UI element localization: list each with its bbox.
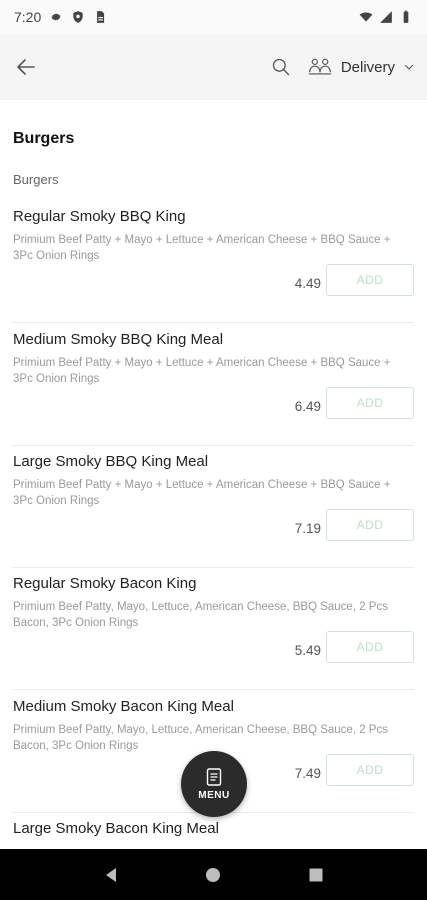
wifi-icon [359,12,373,22]
item-name: Medium Smoky Bacon King Meal [13,698,234,715]
item-name: Large Smoky BBQ King Meal [13,453,209,470]
system-nav-bar [0,849,427,900]
divider [13,322,414,323]
add-button[interactable]: ADD [326,264,414,296]
home-circle-icon [206,867,221,882]
status-time: 7:20 [14,9,42,25]
delivery-riders-icon [308,58,332,75]
delivery-label: Delivery [340,58,395,76]
menu-item: Large Smoky Bacon King Meal [0,820,427,849]
menu-fab-button[interactable]: MENU [181,751,247,817]
add-button[interactable]: ADD [326,387,414,419]
recents-square-icon [309,868,323,881]
add-button[interactable]: ADD [326,509,414,541]
back-button[interactable] [12,53,40,81]
item-description: Primium Beef Patty + Mayo + Lettuce + Am… [13,357,391,385]
add-button[interactable]: ADD [326,631,414,663]
item-price: 7.49 [294,766,321,781]
delivery-selector[interactable]: Delivery [307,57,415,77]
item-description: Primium Beef Patty + Mayo + Lettuce + Am… [13,479,391,507]
back-triangle-icon [106,867,117,882]
add-button[interactable]: ADD [326,754,414,786]
chevron-down-icon [405,65,413,70]
nav-recents-button[interactable] [301,860,331,890]
search-button[interactable] [269,55,293,79]
divider [13,567,414,568]
item-name: Large Smoky Bacon King Meal [13,820,219,837]
menu-item: Large Smoky BBQ King Meal Primium Beef P… [0,453,427,575]
item-description: Primium Beef Patty + Mayo + Lettuce + Am… [13,234,391,262]
section-title: Burgers [13,130,75,147]
item-name: Regular Smoky BBQ King [13,208,186,225]
search-icon [272,58,289,76]
battery-icon [403,10,409,23]
status-bar: 7:20 [0,0,427,34]
nav-back-button[interactable] [96,860,126,890]
arrow-left-icon [17,59,35,75]
nav-home-button[interactable] [198,860,228,890]
menu-book-icon [206,767,222,786]
item-price: 6.49 [294,399,321,414]
item-price: 7.19 [294,521,321,536]
menu-item: Regular Smoky BBQ King Primium Beef Patt… [0,208,427,330]
subcategory-label: Burgers [13,172,59,187]
divider [13,445,414,446]
menu-item: Regular Smoky Bacon King Primium Beef Pa… [0,575,427,697]
signal-icon [380,11,392,23]
app-bar: Delivery [0,34,427,100]
item-description: Primium Beef Patty, Mayo, Lettuce, Ameri… [13,601,388,629]
item-name: Medium Smoky BBQ King Meal [13,331,224,348]
menu-fab-label: MENU [198,789,230,801]
menu-item: Medium Smoky BBQ King Meal Primium Beef … [0,331,427,453]
menu-list[interactable]: Burgers Burgers Regular Smoky BBQ King P… [0,100,427,849]
shield-icon [73,11,83,23]
item-description: Primium Beef Patty, Mayo, Lettuce, Ameri… [13,724,388,752]
item-price: 5.49 [294,643,321,658]
divider [13,689,414,690]
sim-card-icon [97,11,105,23]
item-name: Regular Smoky Bacon King [13,575,197,592]
gear-icon [51,13,62,21]
item-price: 4.49 [294,276,321,291]
